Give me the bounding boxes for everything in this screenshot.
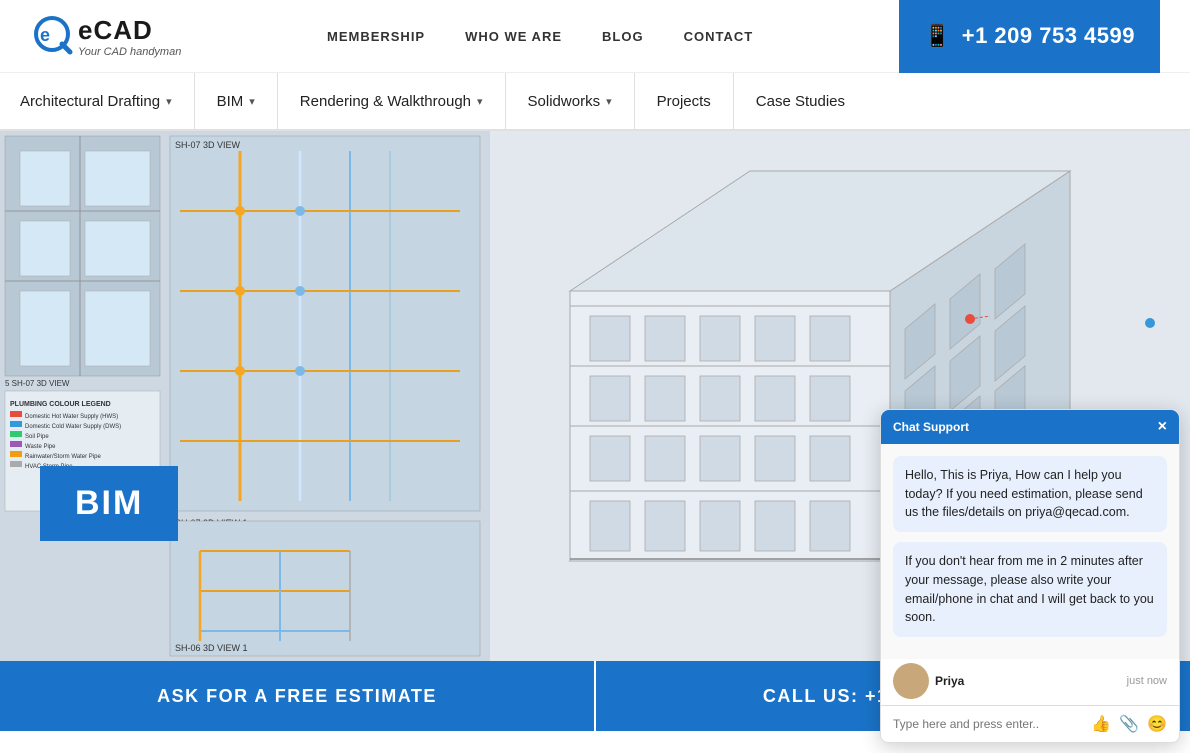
chat-body: Hello, This is Priya, How can I help you… <box>881 444 1179 659</box>
logo-brand: eCAD <box>78 15 181 46</box>
logo-icon: e <box>30 12 78 60</box>
nav-contact[interactable]: CONTACT <box>684 29 754 44</box>
chat-widget: Chat Support × Hello, This is Priya, How… <box>880 409 1180 743</box>
chat-agent-info: Priya <box>893 663 964 699</box>
chevron-down-icon: ▾ <box>477 95 483 108</box>
chevron-down-icon: ▾ <box>249 95 255 108</box>
site-header: e eCAD Your CAD handyman MEMBERSHIP WHO … <box>0 0 1190 73</box>
phone-number: +1 209 753 4599 <box>962 23 1135 49</box>
subnav-architectural-drafting[interactable]: Architectural Drafting ▾ <box>20 73 195 129</box>
sub-nav: Architectural Drafting ▾ BIM ▾ Rendering… <box>0 73 1190 131</box>
subnav-bim[interactable]: BIM ▾ <box>195 73 278 129</box>
logo-tagline: Your CAD handyman <box>78 46 181 58</box>
svg-text:Waste Pipe: Waste Pipe <box>25 444 56 450</box>
chevron-down-icon: ▾ <box>166 95 172 108</box>
avatar <box>893 663 929 699</box>
chat-bubble-1: Hello, This is Priya, How can I help you… <box>893 456 1167 532</box>
chat-input[interactable] <box>893 717 1083 731</box>
subnav-rendering[interactable]: Rendering & Walkthrough ▾ <box>278 73 506 129</box>
bim-badge: BIM <box>40 466 178 541</box>
phone-button[interactable]: 📱 +1 209 753 4599 <box>899 0 1160 73</box>
emoji-icon[interactable]: 😊 <box>1147 714 1167 734</box>
attachment-icon[interactable]: 📎 <box>1119 714 1139 734</box>
subnav-projects[interactable]: Projects <box>635 73 734 129</box>
chat-bubble-2: If you don't hear from me in 2 minutes a… <box>893 542 1167 637</box>
nav-membership[interactable]: MEMBERSHIP <box>327 29 425 44</box>
svg-text:5 SH-07 3D VIEW: 5 SH-07 3D VIEW <box>5 379 70 388</box>
chevron-down-icon: ▾ <box>606 95 612 108</box>
thumbs-up-icon[interactable]: 👍 <box>1091 714 1111 734</box>
chat-agent-row: Priya just now <box>881 659 1179 705</box>
svg-text:Soil Pipe: Soil Pipe <box>25 434 49 440</box>
subnav-case-studies[interactable]: Case Studies <box>734 73 867 129</box>
nav-who-we-are[interactable]: WHO WE ARE <box>465 29 562 44</box>
svg-text:SH-07 3D VIEW: SH-07 3D VIEW <box>175 140 241 150</box>
plumbing-diagram: SH-07 3D VIEW 1 PLUMBING COLOUR LEGEND D… <box>0 131 490 661</box>
subnav-solidworks[interactable]: Solidworks ▾ <box>506 73 635 129</box>
svg-text:Domestic Cold Water Supply (DW: Domestic Cold Water Supply (DWS) <box>25 424 121 430</box>
nav-blog[interactable]: BLOG <box>602 29 644 44</box>
chat-header: Chat Support × <box>881 410 1179 444</box>
svg-text:PLUMBING COLOUR LEGEND: PLUMBING COLOUR LEGEND <box>10 401 111 408</box>
logo-area[interactable]: e eCAD Your CAD handyman <box>30 12 181 60</box>
svg-text:Rainwater/Storm Water Pipe: Rainwater/Storm Water Pipe <box>25 454 101 460</box>
chat-close-button[interactable]: × <box>1158 418 1167 436</box>
estimate-button[interactable]: ASK FOR A FREE ESTIMATE <box>0 661 594 731</box>
svg-text:SH-06 3D VIEW 1: SH-06 3D VIEW 1 <box>175 643 248 653</box>
chat-timestamp: just now <box>1127 675 1167 687</box>
logo-text: eCAD Your CAD handyman <box>78 15 181 58</box>
hero-left-panel: SH-07 3D VIEW 1 PLUMBING COLOUR LEGEND D… <box>0 131 490 661</box>
agent-name: Priya <box>935 674 964 688</box>
chat-input-row: 👍 📎 😊 <box>881 705 1179 742</box>
chat-header-label: Chat Support <box>893 420 969 434</box>
phone-icon: 📱 <box>924 23 952 49</box>
main-nav: MEMBERSHIP WHO WE ARE BLOG CONTACT <box>327 29 753 44</box>
svg-text:e: e <box>40 25 50 45</box>
svg-text:Domestic Hot Water Supply (HWS: Domestic Hot Water Supply (HWS) <box>25 414 118 420</box>
